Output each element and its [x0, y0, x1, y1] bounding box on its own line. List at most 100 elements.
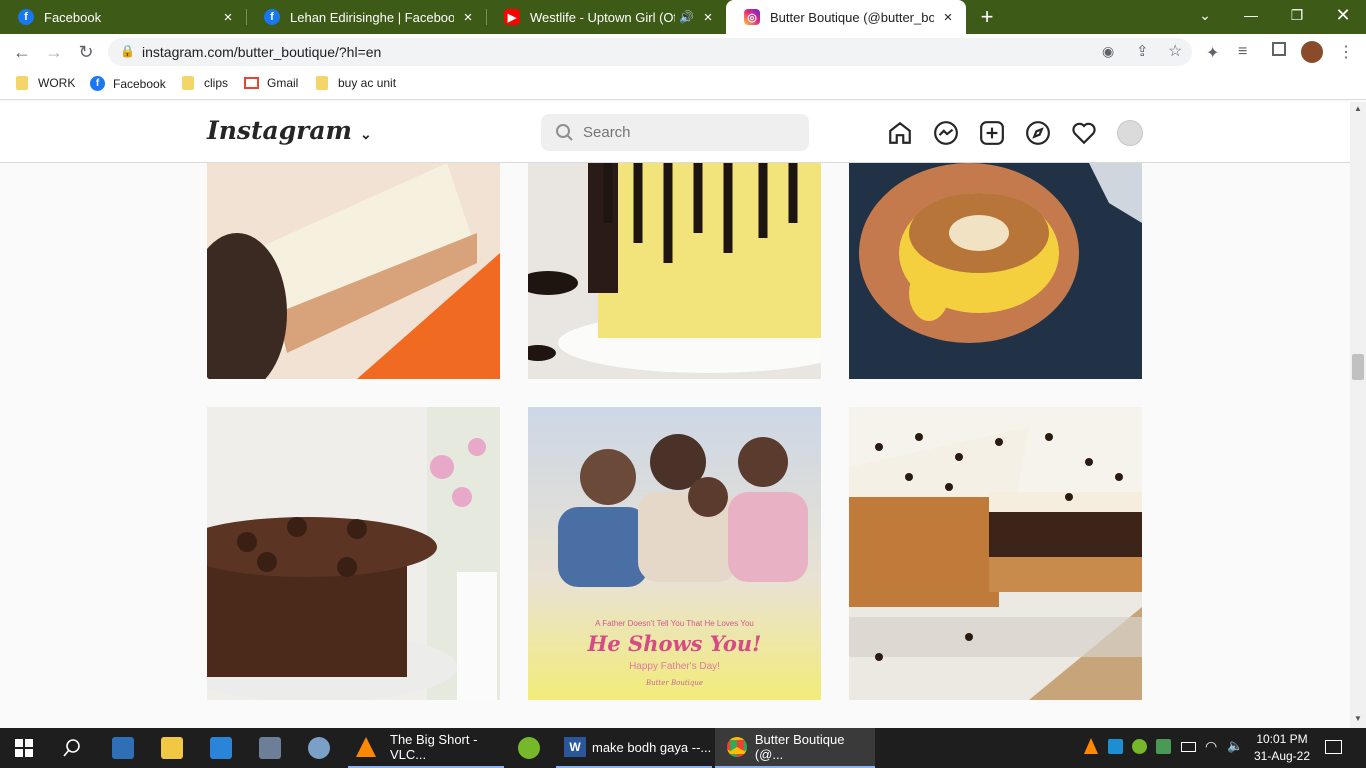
tab-title: Butter Boutique (@butter_boutiq [770, 9, 934, 25]
taskbar-word[interactable]: W make bodh gaya --... [556, 728, 712, 768]
tab-search-icon[interactable]: ⌄ [1182, 0, 1228, 30]
extensions-icon[interactable]: ✦ [1206, 43, 1219, 63]
scrollbar-thumb[interactable] [1352, 354, 1364, 380]
tab-facebook[interactable]: f Facebook × [0, 0, 246, 34]
close-tab-icon[interactable]: × [940, 9, 956, 26]
taskbar-vlc[interactable]: The Big Short - VLC... [348, 728, 504, 768]
explore-compass-icon[interactable] [1025, 120, 1051, 146]
taskbar-chrome[interactable]: Butter Boutique (@... [715, 728, 875, 768]
scroll-up-icon[interactable]: ▲ [1354, 104, 1362, 113]
post-vanilla-cake-slice[interactable] [207, 163, 500, 379]
eye-off-icon[interactable]: ◉ [1102, 43, 1114, 60]
forward-button[interactable]: → [40, 38, 68, 66]
post-image [207, 407, 500, 700]
close-window-button[interactable]: ✕ [1320, 0, 1366, 30]
clock-time[interactable]: 10:01 PM [1252, 732, 1312, 746]
taskbar-label: make bodh gaya --... [592, 739, 712, 755]
close-tab-icon[interactable]: × [460, 9, 476, 26]
post-fathers-day[interactable]: A Father Doesn't Tell You That He Loves … [528, 407, 821, 700]
tray-app-icon[interactable] [1156, 739, 1171, 754]
wifi-icon[interactable]: ◠ [1205, 738, 1217, 755]
close-tab-icon[interactable]: × [220, 9, 236, 26]
battery-icon[interactable] [1181, 742, 1196, 752]
post-caption-headline: He Shows You! [587, 631, 762, 656]
scroll-down-icon[interactable]: ▼ [1354, 714, 1362, 723]
address-bar[interactable]: 🔒 instagram.com/butter_boutique/?hl=en ◉… [108, 38, 1192, 66]
post-chocolate-cake[interactable] [207, 407, 500, 700]
vlc-tray-icon[interactable] [1084, 738, 1098, 754]
clock-date[interactable]: 31-Aug-22 [1250, 749, 1314, 763]
windows-start-icon[interactable] [15, 739, 33, 757]
tab-title: Lehan Edirisinghe | Facebook [290, 9, 454, 25]
url-text[interactable]: instagram.com/butter_boutique/?hl=en [142, 44, 381, 60]
messenger-icon[interactable] [933, 120, 959, 146]
browser-toolbar: ← → ↻ 🔒 instagram.com/butter_boutique/?h… [0, 34, 1366, 70]
tab-westlife-youtube[interactable]: ▶ Westlife - Uptown Girl (Offici 🔊 × [486, 0, 726, 34]
minimize-button[interactable]: — [1228, 0, 1274, 30]
home-icon[interactable] [887, 120, 913, 146]
activity-heart-icon[interactable] [1071, 120, 1097, 146]
lock-icon[interactable]: 🔒 [120, 44, 135, 58]
media-control-icon[interactable]: ≡ [1238, 43, 1247, 61]
post-caption-line1: A Father Doesn't Tell You That He Loves … [595, 619, 754, 628]
new-tab-button[interactable]: + [975, 5, 999, 29]
profile-avatar[interactable] [1117, 120, 1143, 146]
bookmark-star-icon[interactable]: ☆ [1168, 41, 1182, 61]
chrome-icon [727, 737, 747, 757]
chrome-menu-icon[interactable]: ⋮ [1338, 42, 1354, 62]
youtube-icon: ▶ [504, 9, 520, 25]
bookmark-label: Facebook [113, 76, 166, 91]
utorrent-icon[interactable] [518, 737, 540, 759]
volume-icon[interactable]: 🔈 [1227, 738, 1243, 754]
bookmark-facebook[interactable]: f Facebook [90, 76, 166, 91]
audio-playing-icon[interactable]: 🔊 [679, 10, 694, 24]
this-pc-icon[interactable] [112, 737, 134, 759]
paint-icon[interactable] [308, 737, 330, 759]
facebook-icon: f [90, 76, 105, 91]
bookmark-work[interactable]: WORK [16, 76, 75, 90]
folder-icon [182, 76, 194, 90]
reload-button[interactable]: ↻ [72, 38, 100, 66]
post-caption-line3: Happy Father's Day! [629, 661, 720, 672]
search-icon[interactable] [63, 739, 81, 757]
bookmarks-bar: WORK f Facebook clips Gmail buy ac unit [0, 70, 1366, 100]
taskbar-label: The Big Short - VLC... [390, 732, 478, 762]
tab-butter-boutique[interactable]: ◎ Butter Boutique (@butter_boutiq × [726, 0, 966, 34]
post-latte-cup[interactable] [849, 163, 1142, 379]
folder-icon [316, 76, 328, 90]
post-drip-cake[interactable] [528, 163, 821, 379]
back-button[interactable]: ← [8, 38, 36, 66]
restore-button[interactable]: ❐ [1274, 0, 1320, 30]
bookmark-label: clips [204, 76, 229, 90]
file-explorer-icon[interactable] [161, 737, 183, 759]
post-chocolate-chip-tart[interactable] [849, 407, 1142, 700]
bookmark-label: Gmail [267, 76, 299, 90]
brand-logo-text: Butter Boutique [645, 679, 704, 687]
folder-icon [16, 76, 28, 90]
instagram-logo[interactable]: Instagram ⌄ [207, 116, 372, 145]
bookmark-gmail[interactable]: Gmail [244, 76, 298, 90]
share-icon[interactable]: ⇪ [1136, 42, 1149, 60]
vscode-icon[interactable] [210, 737, 232, 759]
utorrent-tray-icon[interactable] [1132, 739, 1147, 754]
page-scrollbar[interactable]: ▲ ▼ [1350, 102, 1366, 728]
tray-app-icon[interactable] [1108, 739, 1123, 754]
post-image [849, 163, 1142, 379]
logo-text: Instagram [207, 116, 352, 145]
post-image [528, 163, 821, 379]
notifications-icon[interactable] [1325, 740, 1342, 754]
post-image [528, 407, 821, 700]
chevron-down-icon[interactable]: ⌄ [360, 127, 372, 143]
search-input[interactable] [583, 114, 793, 151]
close-tab-icon[interactable]: × [700, 9, 716, 26]
tab-strip: f Facebook × f Lehan Edirisinghe | Faceb… [0, 0, 1366, 34]
bookmark-label: buy ac unit [338, 76, 397, 90]
bookmark-clips[interactable]: clips [182, 76, 228, 90]
profile-avatar[interactable] [1301, 41, 1323, 63]
tab-lehan-facebook[interactable]: f Lehan Edirisinghe | Facebook × [246, 0, 486, 34]
calculator-icon[interactable] [259, 737, 281, 759]
search-box[interactable] [541, 114, 809, 151]
side-panel-icon[interactable] [1272, 42, 1286, 56]
new-post-icon[interactable] [979, 120, 1005, 146]
bookmark-buy-ac-unit[interactable]: buy ac unit [316, 76, 396, 90]
